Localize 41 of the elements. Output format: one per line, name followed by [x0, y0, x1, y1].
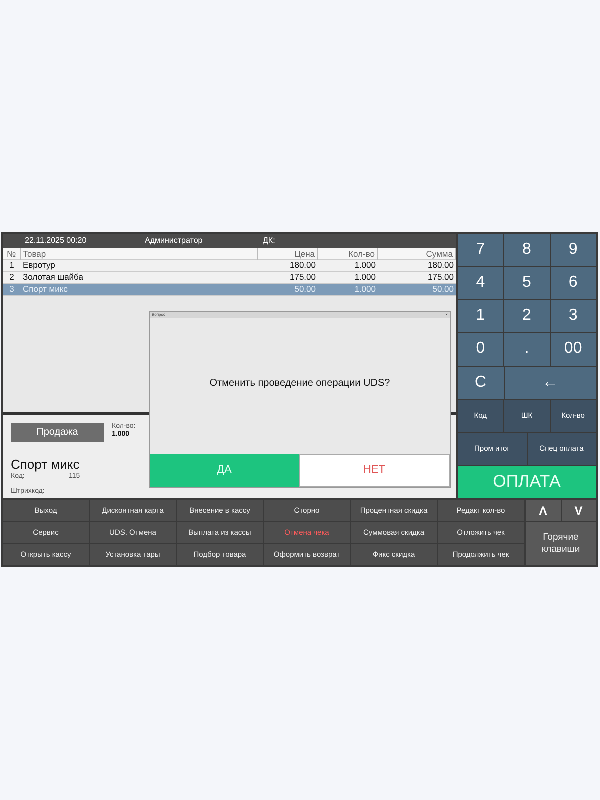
dialog-message: Отменить проведение операции UDS?: [210, 376, 390, 390]
table-cell-text: Евротур: [22, 259, 56, 272]
table-cell-text: 50.00: [432, 283, 455, 296]
table-cell-text: 175.00: [289, 271, 317, 284]
keypad-key[interactable]: ←: [504, 366, 596, 399]
table-cell-text: 1.000: [354, 271, 377, 284]
keypad-key[interactable]: 00: [550, 333, 596, 366]
keypad-key[interactable]: 9: [550, 234, 596, 266]
keypad-key[interactable]: 2: [504, 300, 550, 332]
keypad-key[interactable]: 0: [458, 333, 504, 366]
table-cell-text: 50.00: [294, 283, 317, 296]
keypad-key[interactable]: 1: [458, 300, 504, 332]
table-cell-text: 175.00: [427, 271, 455, 284]
hot-keys-button[interactable]: Горячие клавиши: [526, 522, 596, 565]
keypad-key[interactable]: 5: [504, 267, 550, 300]
table-cell-text: 3: [8, 283, 16, 296]
date-time: 22.11.2025 00:20: [25, 235, 88, 247]
no-button[interactable]: НЕТ: [299, 454, 450, 487]
table-cell-text: 1.000: [354, 259, 377, 272]
table-row[interactable]: 2 Золотая шайба 175.00 1.000 175.00: [3, 272, 456, 284]
table-cell-text: 180.00: [289, 259, 317, 272]
keypad-key[interactable]: 4: [458, 267, 504, 300]
keypad-key[interactable]: .: [504, 333, 550, 366]
sale-mode-button[interactable]: Продажа: [11, 423, 104, 442]
table-cell-text: Золотая шайба: [22, 271, 84, 284]
keypad-key[interactable]: 6: [550, 267, 596, 300]
scroll-up-button[interactable]: Λ: [526, 500, 560, 522]
table-row[interactable]: 1 Евротур 180.00 1.000 180.00: [3, 260, 456, 272]
keypad-key[interactable]: 7: [458, 234, 504, 266]
table-cell-text: 1: [8, 259, 16, 272]
keypad-key[interactable]: 3: [550, 300, 596, 332]
table-cell-text: 180.00: [427, 259, 455, 272]
product-name: Спорт микс: [11, 456, 80, 473]
table-cell-text: 1.000: [354, 283, 377, 296]
keypad-key[interactable]: C: [458, 366, 504, 399]
discount-card-label: ДК:: [263, 235, 276, 247]
table-cell-text: 2: [8, 271, 16, 284]
keypad-key[interactable]: 8: [504, 234, 550, 266]
table-cell-text: Спорт микс: [22, 283, 69, 296]
user-name: Администратор: [145, 235, 204, 247]
scroll-down-button[interactable]: V: [562, 500, 596, 522]
